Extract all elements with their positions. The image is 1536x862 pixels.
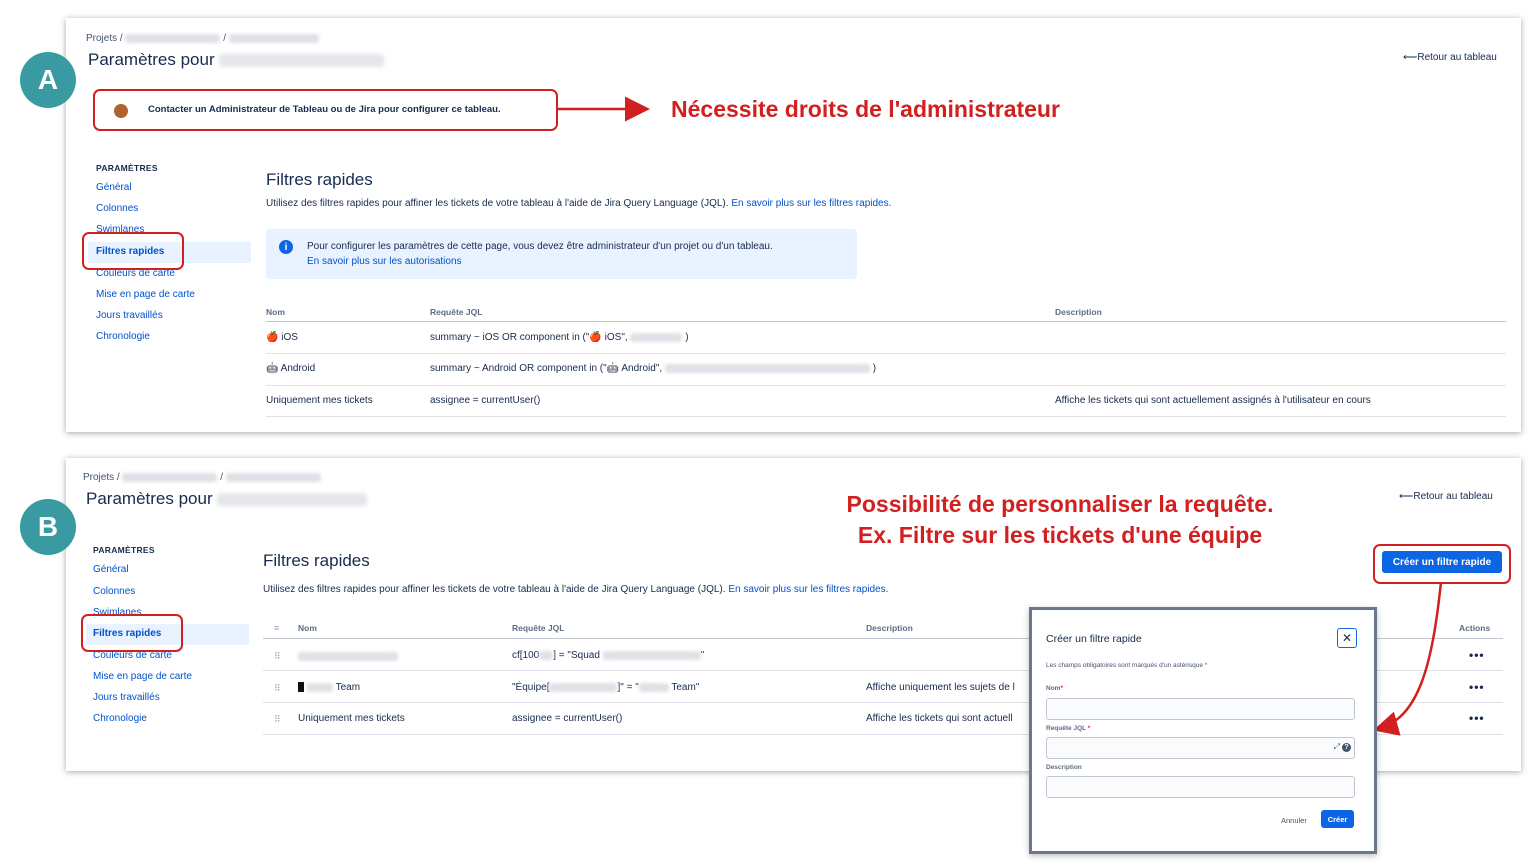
jql-field-label: Requête JQL *: [1046, 725, 1091, 732]
description-field-label: Description: [1046, 764, 1082, 771]
name-input[interactable]: [1046, 698, 1355, 720]
cancel-button[interactable]: Annuler: [1281, 816, 1307, 825]
create-button[interactable]: Créer: [1321, 810, 1354, 828]
close-icon[interactable]: ✕: [1337, 628, 1357, 648]
description-input[interactable]: [1046, 776, 1355, 798]
help-icon[interactable]: ?: [1342, 743, 1351, 752]
jql-input[interactable]: ⤢ ?: [1046, 737, 1355, 759]
annotation-custom-query-line2: Ex. Filtre sur les tickets d'une équipe: [857, 522, 1263, 548]
required-note: Les champs obligatoires sont marqués d'u…: [1046, 662, 1208, 669]
dialog-title: Créer un filtre rapide: [1046, 633, 1142, 645]
name-field-label: Nom*: [1046, 685, 1063, 692]
annotation-custom-query-line1: Possibilité de personnaliser la requête.: [846, 491, 1274, 517]
create-quick-filter-dialog: Créer un filtre rapide ✕ Les champs obli…: [1029, 607, 1377, 854]
expand-icon[interactable]: ⤢: [1334, 742, 1340, 752]
annotation-admin-rights: Nécessite droits de l'administrateur: [671, 96, 1060, 122]
arrow-to-modal: [1373, 581, 1443, 736]
